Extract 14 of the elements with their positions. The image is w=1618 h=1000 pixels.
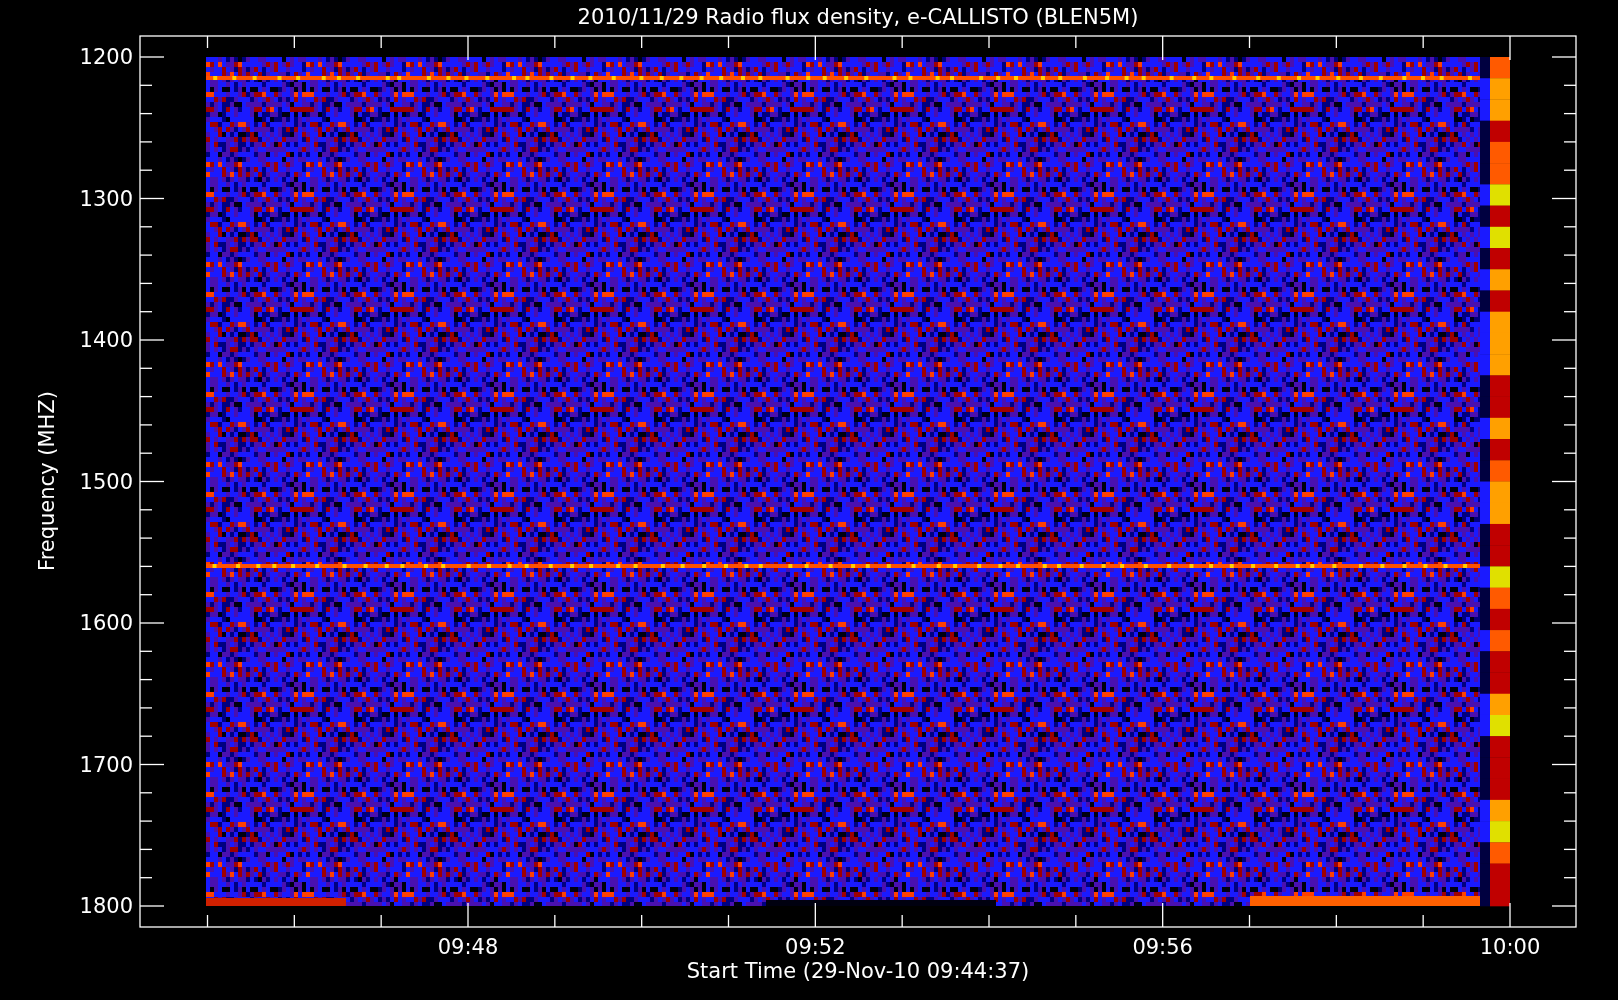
y-tick-label: 1300 [79,186,133,211]
x-tick-label: 09:56 [1132,935,1193,959]
y-tick-label: 1200 [79,45,133,69]
y-tick-label: 1800 [79,894,133,918]
x-tick-label: 09:52 [785,935,846,959]
y-tick-label: 1400 [79,328,133,352]
x-tick-label: 09:48 [437,935,499,959]
y-tick-label: 1500 [79,469,133,494]
y-tick-label: 1700 [79,752,133,777]
y-axis-title: Frequency (MHZ) [35,391,59,571]
chart-title: 2010/11/29 Radio flux density, e-CALLISTO (BLEN5M) [577,5,1139,29]
x-tick-label: 10:00 [1479,935,1541,959]
x-axis-title: Start Time (29-Nov-10 09:44:37) [686,959,1030,983]
y-tick-label: 1600 [79,611,133,635]
